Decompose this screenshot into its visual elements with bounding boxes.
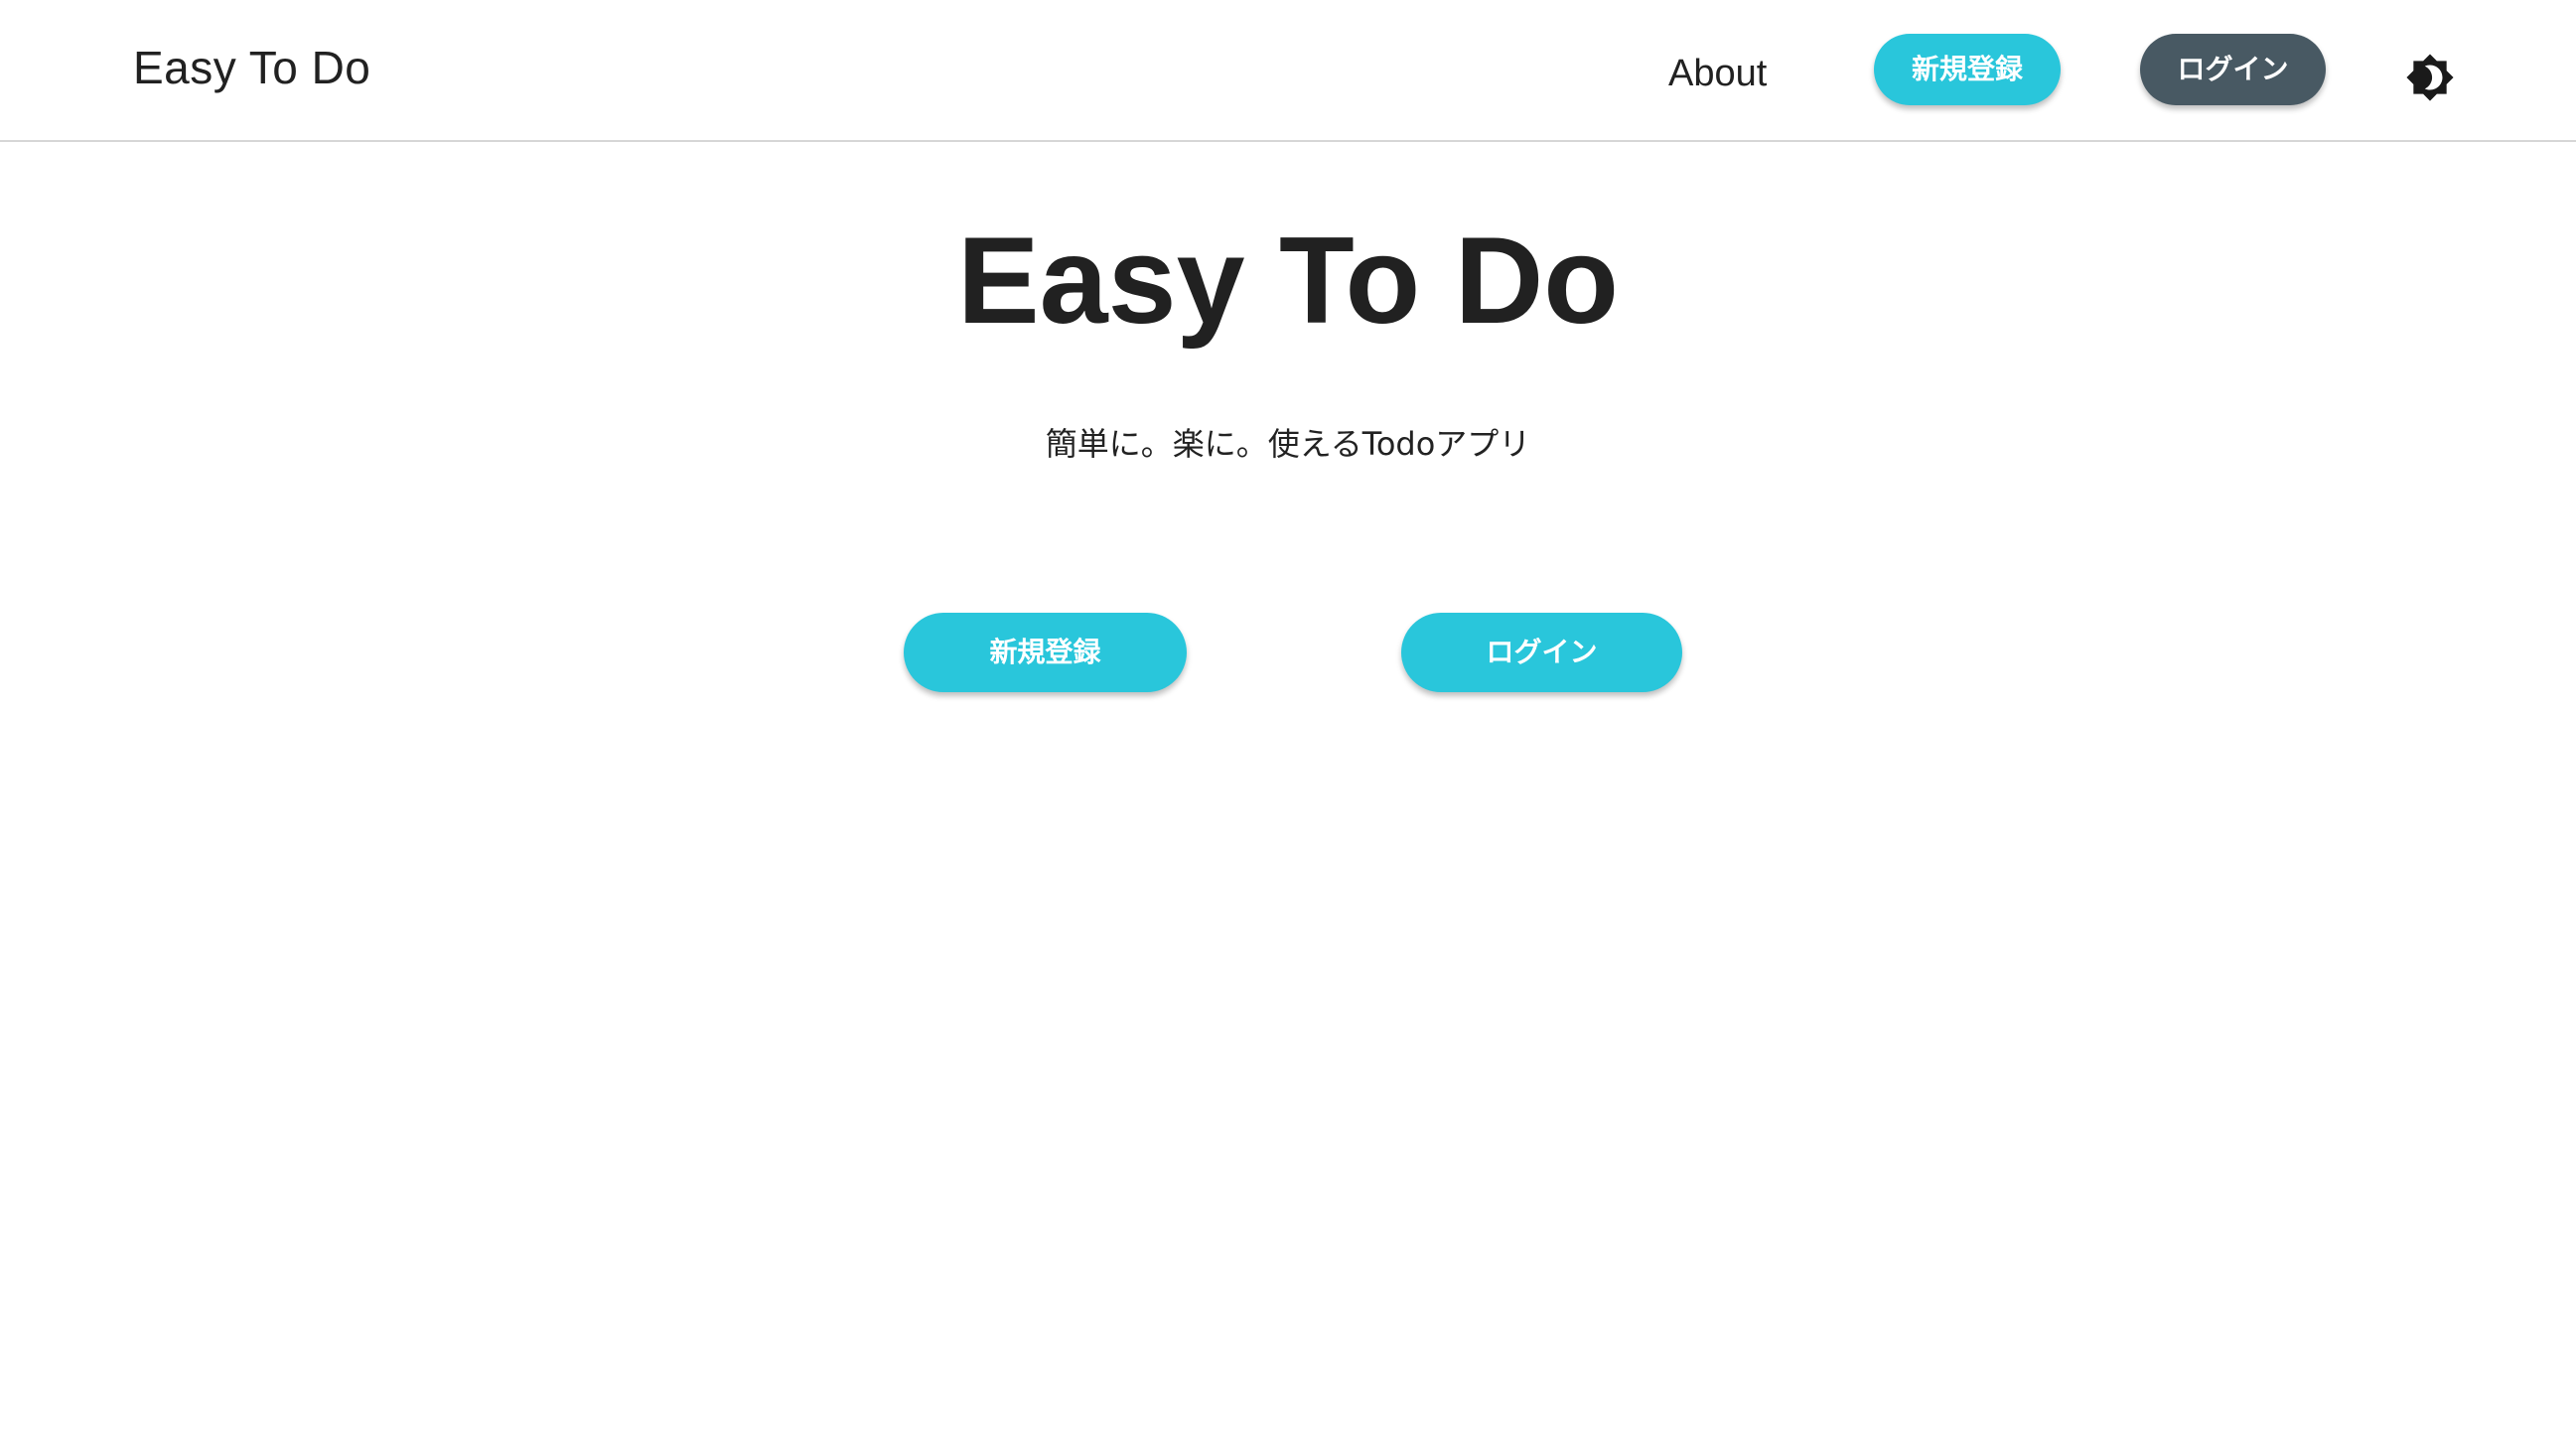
hero-title: Easy To Do: [956, 213, 1620, 350]
header-signup-button[interactable]: 新規登録: [1874, 34, 2061, 105]
hero-login-button[interactable]: ログイン: [1401, 613, 1682, 692]
hero-subtitle: 簡単に。楽に。使えるTodoアプリ: [1045, 425, 1531, 463]
app-header: Easy To Do About 新規登録 ログイン: [0, 0, 2576, 142]
header-login-button[interactable]: ログイン: [2140, 34, 2326, 105]
brand-logo[interactable]: Easy To Do: [133, 38, 370, 97]
about-link[interactable]: About: [1668, 46, 1767, 101]
hero-signup-button[interactable]: 新規登録: [904, 613, 1187, 692]
theme-toggle-button[interactable]: [2405, 53, 2455, 102]
brightness-icon: [2406, 54, 2454, 101]
